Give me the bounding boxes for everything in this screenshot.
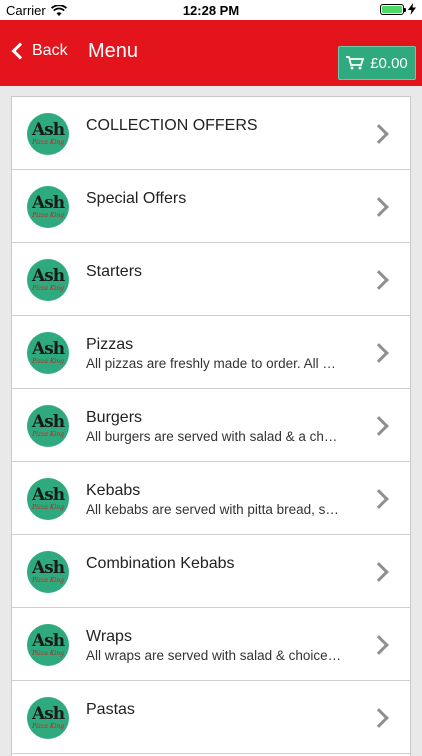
menu-item-title: Kebabs (86, 482, 141, 499)
chevron-right-icon (369, 489, 389, 509)
status-right (380, 3, 416, 15)
back-label: Back (32, 42, 68, 59)
cart-icon (346, 56, 365, 70)
battery-icon (380, 3, 406, 15)
menu-item-description: All burgers are served with salad & a ch… (86, 429, 338, 444)
chevron-right-icon (369, 270, 389, 290)
chevron-right-icon (369, 124, 389, 144)
charging-icon (408, 3, 416, 15)
ash-pizza-king-logo: Ash Pizza King (27, 405, 69, 447)
chevron-right-icon (369, 416, 389, 436)
ash-pizza-king-logo: Ash Pizza King (27, 259, 69, 301)
menu-item-pastas[interactable]: Ash Pizza King Pastas (12, 681, 410, 754)
menu-item-kebabs[interactable]: Ash Pizza King Kebabs All kebabs are ser… (12, 462, 410, 535)
menu-item-title: Burgers (86, 409, 143, 426)
ash-pizza-king-logo: Ash Pizza King (27, 332, 69, 374)
ash-pizza-king-logo: Ash Pizza King (27, 551, 69, 593)
menu-item-title: Starters (86, 263, 143, 280)
menu-item-title: Pastas (86, 701, 135, 718)
menu-item-burgers[interactable]: Ash Pizza King Burgers All burgers are s… (12, 389, 410, 462)
status-time: 12:28 PM (182, 3, 240, 18)
ash-pizza-king-logo: Ash Pizza King (27, 478, 69, 520)
chevron-right-icon (369, 708, 389, 728)
menu-item-wraps[interactable]: Ash Pizza King Wraps All wraps are serve… (12, 608, 410, 681)
ash-pizza-king-logo: Ash Pizza King (27, 624, 69, 666)
menu-item-title: COLLECTION OFFERS (86, 117, 258, 134)
menu-item-title: Combination Kebabs (86, 555, 235, 572)
chevron-right-icon (369, 635, 389, 655)
status-bar: Carrier 12:28 PM (0, 0, 422, 20)
navigation-bar: Back Menu £0.00 (0, 20, 422, 86)
menu-list: Ash Pizza King COLLECTION OFFERS Ash Piz… (11, 96, 411, 756)
menu-item-collection-offers[interactable]: Ash Pizza King COLLECTION OFFERS (12, 97, 410, 170)
ash-pizza-king-logo: Ash Pizza King (27, 186, 69, 228)
menu-item-pizzas[interactable]: Ash Pizza King Pizzas All pizzas are fre… (12, 316, 410, 389)
cart-total: £0.00 (370, 54, 408, 72)
page-title: Menu (88, 40, 139, 62)
menu-item-title: Pizzas (86, 336, 134, 353)
menu-item-starters[interactable]: Ash Pizza King Starters (12, 243, 410, 316)
chevron-right-icon (369, 562, 389, 582)
menu-item-description: All wraps are served with salad & choice… (86, 648, 342, 663)
menu-item-special-offers[interactable]: Ash Pizza King Special Offers (12, 170, 410, 243)
menu-item-combination-kebabs[interactable]: Ash Pizza King Combination Kebabs (12, 535, 410, 608)
menu-item-description: All pizzas are freshly made to order. Al… (86, 356, 336, 371)
cart-button[interactable]: £0.00 (338, 46, 416, 80)
menu-item-description: All kebabs are served with pitta bread, … (86, 502, 339, 517)
chevron-right-icon (369, 343, 389, 363)
chevron-left-icon (11, 42, 29, 60)
ash-pizza-king-logo: Ash Pizza King (27, 113, 69, 155)
ash-pizza-king-logo: Ash Pizza King (27, 697, 69, 739)
menu-item-title: Special Offers (86, 190, 187, 207)
back-button[interactable]: Back (10, 42, 68, 60)
chevron-right-icon (369, 197, 389, 217)
menu-item-title: Wraps (86, 628, 132, 645)
